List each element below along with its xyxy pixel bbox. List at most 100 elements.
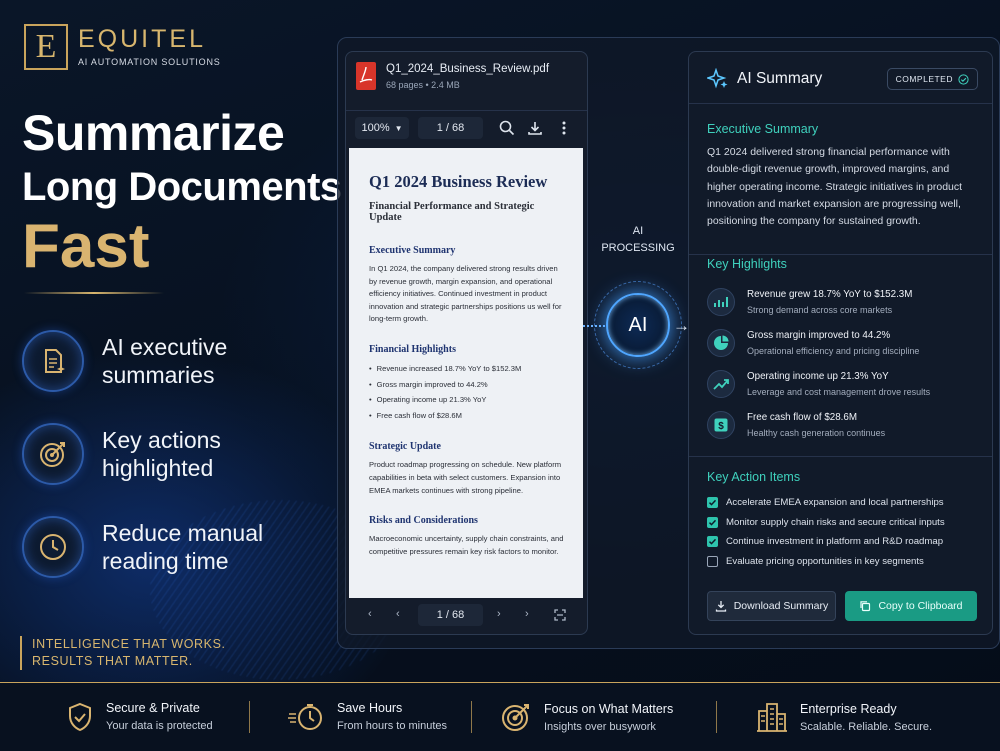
highlight-title: Free cash flow of $28.6M [747, 412, 857, 423]
fit-page-icon[interactable] [553, 608, 567, 622]
brand-name: EQUITEL [78, 25, 206, 53]
copy-to-clipboard-label: Copy to Clipboard [878, 600, 963, 612]
checkbox-checked[interactable] [707, 497, 718, 508]
download-summary-button[interactable]: Download Summary [707, 591, 836, 621]
highlight-title: Operating income up 21.3% YoY [747, 371, 889, 382]
divider [716, 701, 717, 733]
stopwatch-icon [288, 703, 322, 730]
benefits-bar: Secure & Private Your data is protected S… [0, 682, 1000, 751]
gold-divider [24, 292, 164, 294]
doc-bullet: Operating income up 21.3% YoY [369, 392, 565, 408]
action-item[interactable]: Accelerate EMEA expansion and local part… [707, 497, 944, 508]
brand-logo: E EQUITEL AI AUTOMATION SOLUTIONS [24, 24, 221, 70]
zoom-select[interactable]: 100% ▼ [355, 117, 409, 139]
doc-bullet: Gross margin improved to 44.2% [369, 377, 565, 393]
benefit-title: Focus on What Matters [544, 701, 674, 716]
next-page-icon[interactable]: › [497, 608, 501, 620]
highlight-title: Gross margin improved to 44.2% [747, 330, 891, 341]
divider [249, 701, 250, 733]
headline-line-1: Summarize [22, 105, 285, 161]
pdf-filename: Q1_2024_Business_Review.pdf [386, 62, 550, 75]
status-text: COMPLETED [895, 74, 953, 84]
ai-badge: AI [606, 293, 670, 357]
document-sparkle-icon [22, 330, 84, 392]
pdf-viewer: Q1_2024_Business_Review.pdf 68 pages • 2… [345, 51, 588, 635]
doc-paragraph: Macroeconomic uncertainty, supply chain … [369, 534, 564, 556]
pdf-page: Q1 2024 Business Review Financial Perfor… [349, 148, 583, 598]
copy-to-clipboard-button[interactable]: Copy to Clipboard [845, 591, 977, 621]
trend-up-icon [707, 370, 735, 398]
executive-summary-section: Executive Summary Q1 2024 delivered stro… [689, 122, 992, 255]
page-number-input[interactable]: 1 / 68 [418, 117, 483, 139]
feature-label: Reduce manual reading time [102, 520, 264, 574]
svg-text:$: $ [718, 421, 724, 432]
target-icon [22, 423, 84, 485]
action-label: Accelerate EMEA expansion and local part… [726, 497, 944, 508]
summary-title: AI Summary [737, 70, 823, 87]
action-item[interactable]: Monitor supply chain risks and secure cr… [707, 517, 945, 528]
highlight-item: Revenue grew 18.7% YoY to $152.3M Strong … [707, 288, 912, 316]
highlight-subtitle: Strong demand across core markets [747, 305, 893, 315]
chevron-down-icon: ▼ [394, 123, 403, 133]
feature-reduce-reading: Reduce manual reading time [22, 516, 272, 578]
benefit-item: Focus on What Matters Insights over busyw… [500, 701, 673, 733]
dollar-icon: $ [707, 411, 735, 439]
copy-icon [860, 601, 871, 612]
page-number-footer[interactable]: 1 / 68 [418, 604, 483, 626]
benefit-title: Secure & Private [106, 701, 200, 715]
doc-section-heading: Strategic Update [369, 441, 441, 453]
doc-subtitle: Financial Performance and Strategic Upda… [369, 201, 535, 223]
action-item[interactable]: Evaluate pricing opportunities in key se… [707, 556, 924, 567]
doc-paragraph: In Q1 2024, the company delivered strong… [369, 264, 562, 324]
flow-dots [583, 325, 605, 327]
clock-icon [22, 516, 84, 578]
pdf-file-icon [356, 62, 376, 90]
doc-bullet: Free cash flow of $28.6M [369, 408, 565, 424]
tagline-line-1: INTELLIGENCE THAT WORKS. [32, 637, 226, 651]
checkbox-unchecked[interactable] [707, 556, 718, 567]
benefit-title: Enterprise Ready [800, 701, 897, 716]
benefit-subtitle: Insights over busywork [544, 720, 656, 733]
doc-section-heading: Risks and Considerations [369, 515, 478, 527]
highlight-item: $ Free cash flow of $28.6M Healthy cash g… [707, 411, 885, 439]
summary-header: AI Summary COMPLETED [689, 52, 992, 104]
headline-line-2: Long Documents [22, 165, 342, 209]
feature-label: Key actions highlighted [102, 427, 221, 481]
benefit-item: Save Hours From hours to minutes [287, 701, 447, 732]
benefit-subtitle: From hours to minutes [337, 720, 448, 732]
highlight-subtitle: Healthy cash generation continues [747, 428, 886, 438]
first-page-icon[interactable]: ‹ [368, 608, 372, 620]
divider [471, 701, 472, 733]
search-icon[interactable] [499, 120, 515, 136]
doc-bullet: Revenue increased 18.7% YoY to $152.3M [369, 361, 565, 377]
download-icon [715, 601, 726, 612]
building-icon [757, 703, 787, 732]
prev-page-icon[interactable]: ‹ [396, 608, 400, 620]
doc-paragraph: Product roadmap progressing on schedule.… [369, 460, 562, 495]
feature-label: AI executive summaries [102, 334, 228, 388]
section-title: Executive Summary [707, 122, 819, 136]
executive-summary-text: Q1 2024 delivered strong financial perfo… [707, 146, 963, 228]
ai-label-line-1: AI [632, 225, 644, 237]
more-vertical-icon[interactable] [556, 120, 572, 136]
action-label: Monitor supply chain risks and secure cr… [726, 517, 945, 528]
action-item[interactable]: Continue investment in platform and R&D … [707, 536, 943, 547]
highlight-title: Revenue grew 18.7% YoY to $152.3M [747, 289, 913, 300]
doc-section-heading: Executive Summary [369, 245, 456, 256]
pdf-toolbar: 100% ▼ 1 / 68 [346, 110, 587, 148]
check-circle-icon [958, 73, 969, 85]
last-page-icon[interactable]: › [525, 608, 529, 620]
feature-key-actions: Key actions highlighted [22, 423, 272, 485]
checkbox-checked[interactable] [707, 517, 718, 528]
highlight-item: Operating income up 21.3% YoY Leverage an… [707, 370, 930, 398]
highlight-subtitle: Leverage and cost management drove resul… [747, 387, 931, 397]
doc-title: Q1 2024 Business Review [369, 172, 548, 191]
download-icon[interactable] [527, 120, 543, 136]
ai-processing-label: AI PROCESSING [598, 223, 678, 257]
checkbox-checked[interactable] [707, 536, 718, 547]
headline-line-3: Fast [22, 212, 150, 281]
benefit-item: Enterprise Ready Scalable. Reliable. Secu… [756, 701, 932, 733]
highlight-subtitle: Operational efficiency and pricing disci… [747, 346, 920, 356]
brand-mark: E [24, 24, 68, 70]
benefit-subtitle: Your data is protected [106, 720, 213, 732]
